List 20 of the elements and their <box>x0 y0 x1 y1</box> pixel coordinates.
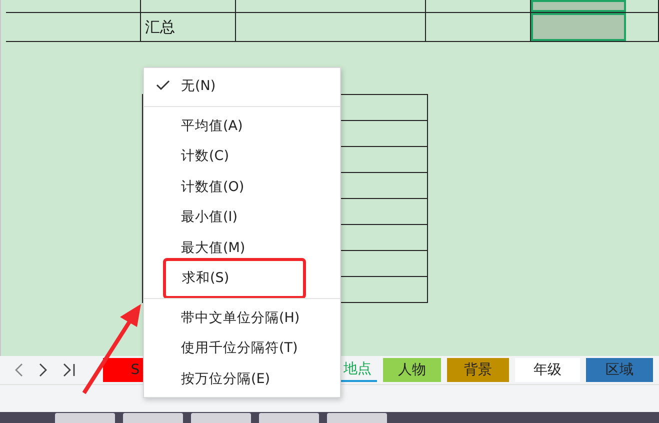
menu-item[interactable]: 求和(S) <box>166 263 303 294</box>
sheet-tab[interactable]: 人物 <box>383 358 441 382</box>
taskbar-button[interactable] <box>123 413 183 423</box>
menu-item[interactable]: 最大值(M) <box>144 232 340 263</box>
table-cell: 汇总 <box>141 13 236 41</box>
taskbar-button[interactable] <box>327 413 387 423</box>
taskbar-button[interactable] <box>55 413 115 423</box>
menu-item[interactable]: 带中文单位分隔(H) <box>144 302 340 333</box>
menu-item[interactable]: 计数值(O) <box>144 172 340 202</box>
taskbar-button[interactable] <box>191 413 251 423</box>
taskbar-button[interactable] <box>259 413 319 423</box>
last-sheet-icon[interactable] <box>62 363 76 377</box>
menu-item[interactable]: 计数(C) <box>144 141 340 172</box>
menu-item[interactable]: 平均值(A) <box>144 110 340 141</box>
menu-item[interactable]: 无(N) <box>144 71 340 102</box>
menu-item[interactable]: 最小值(I) <box>144 202 340 232</box>
sheet-tab[interactable]: 年级 <box>515 358 580 382</box>
chevron-right-icon[interactable] <box>38 363 48 377</box>
sheet-tab[interactable]: 背景 <box>447 358 509 382</box>
chevron-left-icon[interactable] <box>14 363 24 377</box>
